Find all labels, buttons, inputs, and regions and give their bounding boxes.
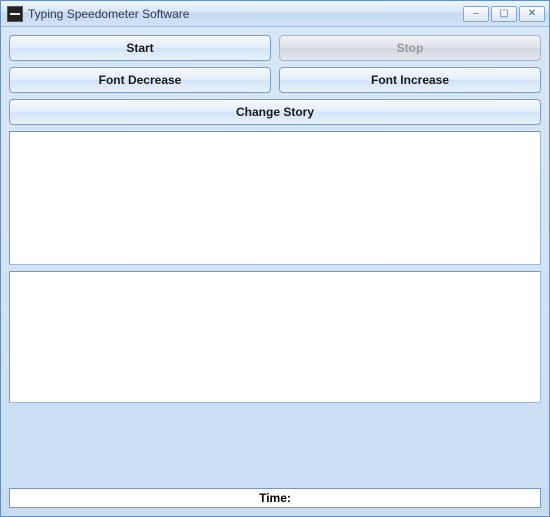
minimize-icon: – bbox=[473, 8, 479, 19]
stop-button-label: Stop bbox=[397, 41, 424, 55]
close-icon: ✕ bbox=[528, 8, 536, 19]
titlebar[interactable]: Typing Speedometer Software – ▢ ✕ bbox=[1, 1, 549, 27]
start-button-label: Start bbox=[126, 41, 153, 55]
row-start-stop: Start Stop bbox=[9, 35, 541, 61]
client-area: Start Stop Font Decrease Font Increase C… bbox=[1, 27, 549, 488]
app-window: Typing Speedometer Software – ▢ ✕ Start … bbox=[0, 0, 550, 517]
status-bar: Time: bbox=[9, 488, 541, 508]
close-button[interactable]: ✕ bbox=[519, 6, 545, 22]
font-increase-button[interactable]: Font Increase bbox=[279, 67, 541, 93]
time-label: Time: bbox=[259, 491, 291, 505]
typing-input[interactable] bbox=[9, 271, 541, 403]
change-story-button[interactable]: Change Story bbox=[9, 99, 541, 125]
spacer bbox=[9, 409, 541, 411]
font-increase-label: Font Increase bbox=[371, 73, 449, 87]
minimize-button[interactable]: – bbox=[463, 6, 489, 22]
app-icon bbox=[7, 6, 23, 22]
story-textarea[interactable] bbox=[9, 131, 541, 265]
stop-button: Stop bbox=[279, 35, 541, 61]
row-font: Font Decrease Font Increase bbox=[9, 67, 541, 93]
change-story-label: Change Story bbox=[236, 105, 314, 119]
start-button[interactable]: Start bbox=[9, 35, 271, 61]
font-decrease-label: Font Decrease bbox=[99, 73, 182, 87]
window-controls: – ▢ ✕ bbox=[463, 6, 545, 22]
maximize-icon: ▢ bbox=[499, 8, 508, 19]
window-title: Typing Speedometer Software bbox=[28, 7, 463, 21]
font-decrease-button[interactable]: Font Decrease bbox=[9, 67, 271, 93]
maximize-button[interactable]: ▢ bbox=[491, 6, 517, 22]
